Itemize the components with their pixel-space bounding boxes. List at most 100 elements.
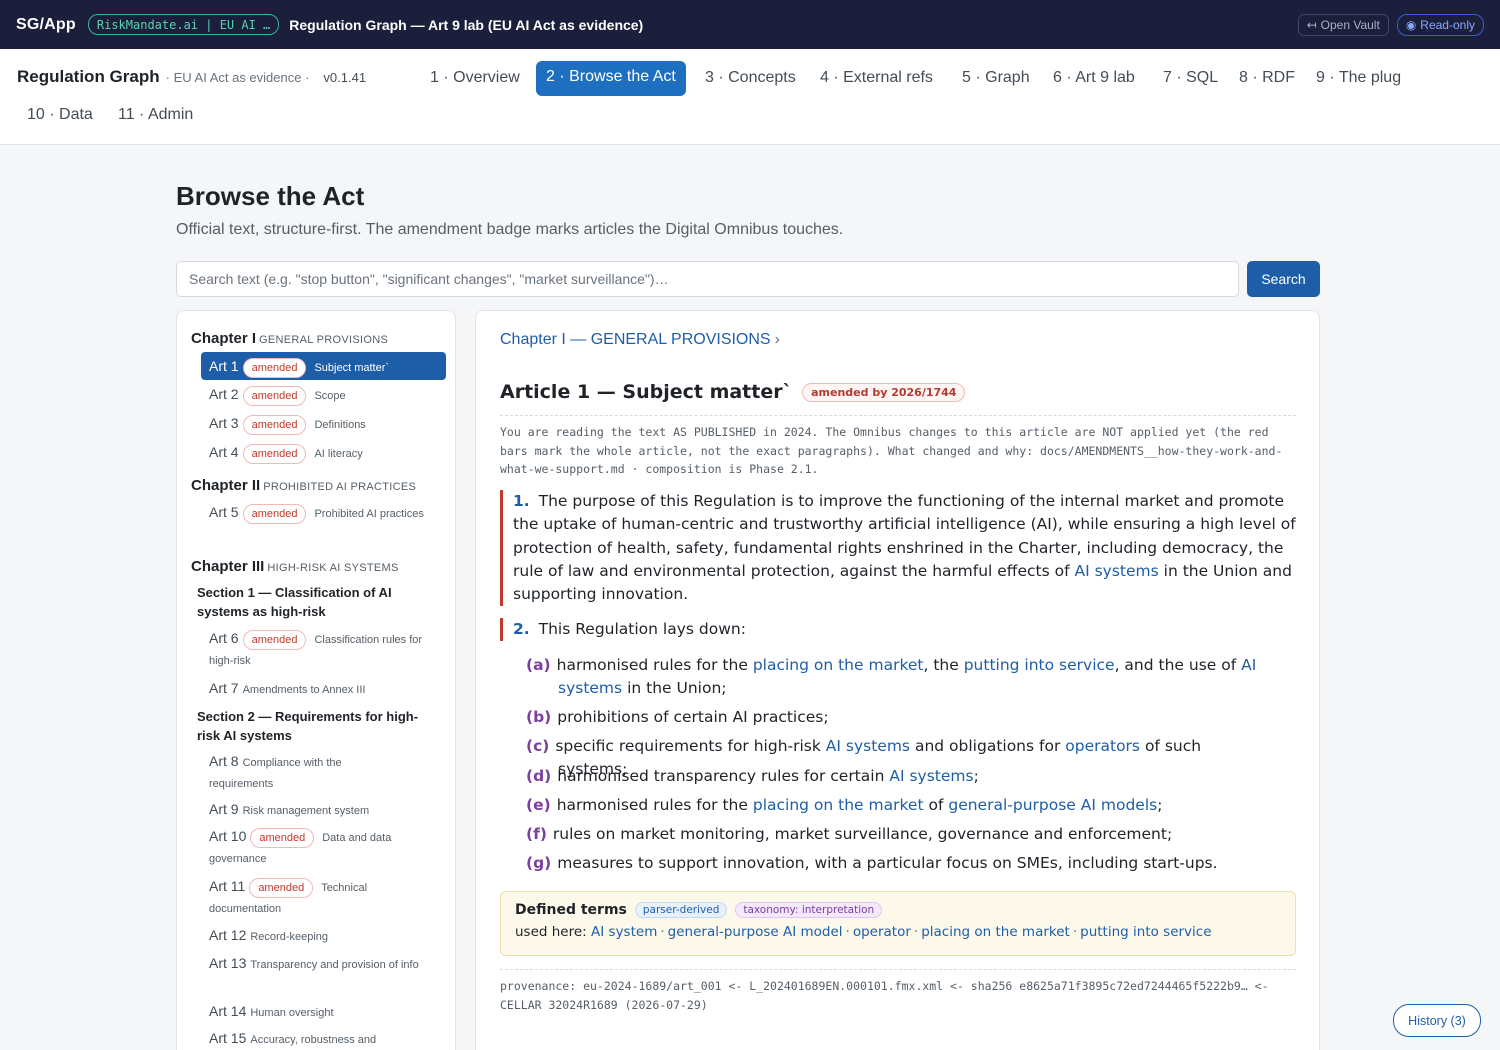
term-link[interactable]: operator (853, 924, 911, 940)
tab-the-plug[interactable]: 9 · The plug (1306, 63, 1411, 93)
article-item-7[interactable]: Art 7 Amendments to Annex III (209, 678, 453, 701)
item-text: in the Union; (627, 679, 727, 698)
article-number: Art 15 (209, 1030, 247, 1046)
chapter-caption: PROHIBITED AI PRACTICES (263, 481, 417, 493)
nav-subtitle: · EU AI Act as evidence · (165, 70, 310, 85)
list-item: (e) harmonised rules for the placing on t… (526, 794, 1266, 817)
term-link[interactable]: putting into service (1080, 924, 1211, 940)
defined-terms-box: Defined terms parser-derived taxonomy: i… (500, 891, 1296, 956)
term-link[interactable]: operators (1065, 737, 1140, 755)
article-item-15[interactable]: Art 15 Accuracy, robustness and (209, 1028, 453, 1050)
tab-overview[interactable]: 1 · Overview (420, 63, 530, 93)
article-item-13[interactable]: Art 13 Transparency and provision of info (209, 953, 434, 976)
item-letter: (c) (526, 737, 550, 755)
article-number: Art 9 (209, 801, 239, 817)
item-text: , and the use of (1114, 656, 1237, 674)
term-link[interactable]: placing on the market (753, 796, 924, 814)
article-item-1[interactable]: Art 1 amended Subject matter` (201, 352, 446, 380)
item-text: harmonised rules for the (556, 796, 748, 814)
app-brand[interactable]: SG/App (16, 16, 76, 34)
article-number: Art 6 (209, 630, 239, 646)
act-outline-sidebar: Chapter I GENERAL PROVISIONS Art 1 amended… (176, 310, 456, 1050)
article-number: Art 1 (209, 358, 239, 374)
article-number: Art 13 (209, 955, 247, 971)
term-link[interactable]: AI systems (889, 767, 973, 785)
chapter-heading[interactable]: Chapter II PROHIBITED AI PRACTICES (191, 477, 416, 494)
item-letter: (d) (526, 767, 552, 785)
list-item: (f) rules on market monitoring, market su… (526, 823, 1266, 846)
search-button[interactable]: Search (1247, 261, 1320, 297)
item-text: , the (923, 656, 959, 674)
chapter-heading[interactable]: Chapter I GENERAL PROVISIONS (191, 330, 388, 347)
item-text: specific requirements for high-risk (555, 737, 821, 755)
chapter-number: Chapter III (191, 558, 265, 575)
read-only-label: Read-only (1420, 17, 1475, 32)
item-letter: (a) (526, 656, 551, 674)
term-link[interactable]: general-purpose AI model (668, 924, 843, 940)
search-input[interactable] (176, 261, 1239, 297)
article-item-12[interactable]: Art 12 Record-keeping (209, 925, 453, 948)
term-link[interactable]: placing on the market (921, 924, 1070, 940)
breadcrumb-chapter[interactable]: Chapter I — GENERAL PROVISIONS (500, 331, 771, 348)
article-item-14[interactable]: Art 14 Human oversight (209, 1001, 453, 1024)
article-item-5[interactable]: Art 5 amended Prohibited AI practices (209, 502, 434, 525)
list-item: (g) measures to support innovation, with … (526, 852, 1266, 875)
open-vault-label: Open Vault (1320, 17, 1380, 32)
article-item-3[interactable]: Art 3 amended Definitions (209, 413, 453, 436)
section-heading[interactable]: Section 2 — Requirements for high-risk A… (197, 707, 437, 745)
section-heading[interactable]: Section 1 — Classification of AI systems… (197, 583, 437, 621)
article-number: Art 14 (209, 1003, 247, 1019)
back-arrow-icon: ↤ (1306, 17, 1317, 32)
article-item-4[interactable]: Art 4 amended AI literacy (209, 442, 453, 465)
amended-badge: amended (250, 828, 315, 848)
separator: · (1072, 924, 1078, 940)
item-letter: (f) (526, 825, 547, 843)
item-text: of (928, 796, 944, 814)
open-vault-button[interactable]: ↤ Open Vault (1297, 13, 1389, 36)
tab-graph[interactable]: 5 · Graph (952, 63, 1040, 93)
article-item-10[interactable]: Art 10 amended Data and data governance (209, 826, 434, 870)
page-subtitle: Official text, structure-first. The amen… (176, 221, 844, 238)
tab-concepts[interactable]: 3 · Concepts (695, 63, 806, 93)
article-item-11[interactable]: Art 11 amended Technical documentation (209, 876, 429, 920)
term-link[interactable]: AI system (591, 924, 657, 940)
amended-by-badge[interactable]: amended by 2026/1744 (802, 382, 966, 402)
term-link[interactable]: putting into service (964, 656, 1115, 674)
chapter-number: Chapter II (191, 477, 261, 494)
tab-art9-lab[interactable]: 6 · Art 9 lab (1043, 63, 1145, 93)
article-label: Amendments to Annex III (242, 684, 366, 696)
defined-terms-title: Defined terms (515, 902, 627, 918)
provenance-line: provenance: eu-2024-1689/art_001 <- L_20… (500, 979, 1269, 1012)
item-text: ; (1157, 796, 1163, 814)
term-link[interactable]: general-purpose AI models (948, 796, 1157, 814)
nav-version: v0.1.41 (323, 70, 367, 85)
tab-sql[interactable]: 7 · SQL (1153, 63, 1228, 93)
term-link[interactable]: AI systems (1074, 562, 1158, 580)
article-item-9[interactable]: Art 9 Risk management system (209, 799, 453, 822)
breadcrumb[interactable]: Chapter I — GENERAL PROVISIONS › (500, 331, 780, 349)
article-number: Art 11 (209, 878, 246, 894)
article-item-6[interactable]: Art 6 amended Classification rules for hig… (209, 628, 439, 672)
article-label: Definitions (314, 419, 366, 431)
tab-external-refs[interactable]: 4 · External refs (810, 63, 943, 93)
tab-admin[interactable]: 11 · Admin (108, 100, 203, 130)
amended-badge: amended (242, 630, 307, 650)
term-link[interactable]: AI systems (826, 737, 910, 755)
item-text: measures to support innovation, with a p… (557, 854, 1218, 872)
article-item-2[interactable]: Art 2 amended Scope (209, 384, 453, 407)
tab-rdf[interactable]: 8 · RDF (1229, 63, 1305, 93)
term-link[interactable]: placing on the market (753, 656, 924, 674)
chapter-heading[interactable]: Chapter III HIGH-RISK AI SYSTEMS (191, 558, 399, 575)
read-only-badge[interactable]: ◉ Read-only (1396, 13, 1484, 36)
article-label: Human oversight (250, 1007, 334, 1019)
reading-note: You are reading the text AS PUBLISHED in… (500, 425, 1283, 476)
workspace-pill[interactable]: RiskMandate.ai | EU AI … (87, 14, 280, 35)
tab-data[interactable]: 10 · Data (17, 100, 103, 130)
item-letter: (b) (526, 708, 552, 726)
separator: · (845, 924, 850, 940)
article-heading: Article 1 — Subject matter` amended by 2… (500, 381, 966, 403)
article-label: Record-keeping (250, 931, 329, 943)
tab-browse-the-act[interactable]: 2 · Browse the Act (536, 61, 686, 96)
history-button[interactable]: History (3) (1393, 1004, 1481, 1037)
article-item-8[interactable]: Art 8 Compliance with the requirements (209, 751, 389, 795)
